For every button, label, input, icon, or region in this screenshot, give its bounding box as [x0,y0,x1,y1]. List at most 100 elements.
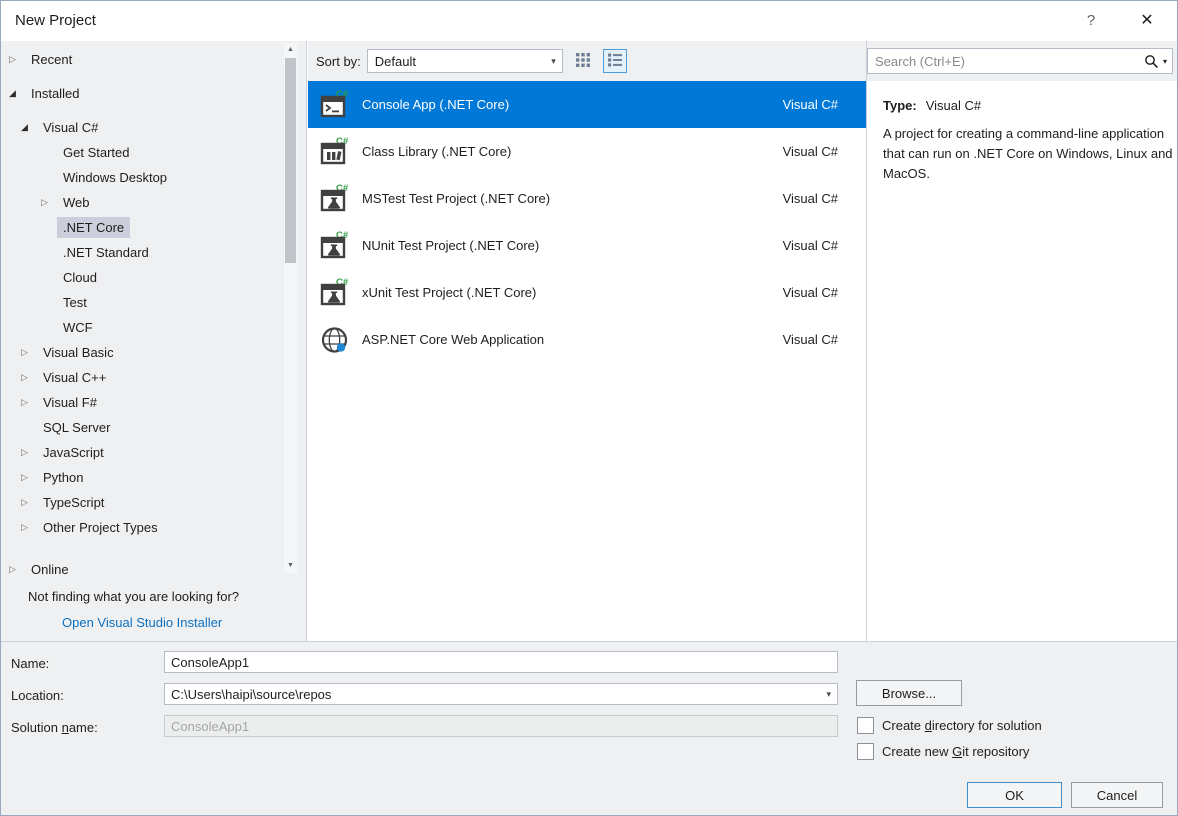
help-button[interactable]: ? [1077,1,1105,41]
tree-item-visual-cplusplus[interactable]: ▷Visual C++ [1,365,282,390]
tree-item-get-started[interactable]: Get Started [1,140,282,165]
tree-item-javascript[interactable]: ▷JavaScript [1,440,282,465]
search-area: ▾ [867,41,1178,81]
template-mstest-test-project-net-core[interactable]: C#MSTest Test Project (.NET Core)Visual … [308,175,866,222]
open-vs-installer-link[interactable]: Open Visual Studio Installer [62,613,222,633]
tree-item-visual-fsharp[interactable]: ▷Visual F# [1,390,282,415]
template-nunit-test-project-net-core[interactable]: C#NUnit Test Project (.NET Core)Visual C… [308,222,866,269]
tree-collapse-icon[interactable]: ◢ [9,88,25,99]
tree-item-label: TypeScript [37,492,110,513]
project-name-input[interactable] [164,651,838,673]
create-git-repo-checkbox-row[interactable]: Create new Git repository [857,743,1029,760]
template-xunit-test-project-net-core[interactable]: C#xUnit Test Project (.NET Core)Visual C… [308,269,866,316]
scroll-down-icon[interactable]: ▼ [284,559,297,573]
browse-button[interactable]: Browse... [856,680,962,706]
tree-expand-icon[interactable]: ▷ [21,472,37,483]
template-asp-net-core-web-application[interactable]: ASP.NET Core Web ApplicationVisual C# [308,316,866,363]
tree-item-sql-server[interactable]: SQL Server [1,415,282,440]
tree-item-label: Online [25,559,75,580]
sidebar-scrollbar[interactable]: ▲ ▼ [284,43,297,573]
search-input[interactable] [868,49,1142,73]
tree-expand-icon[interactable]: ▷ [21,522,37,533]
sort-by-value: Default [375,54,416,69]
location-chevron-icon[interactable]: ▾ [826,683,831,705]
tree-item-label: Get Started [57,142,135,163]
template-language: Visual C# [783,332,838,347]
label-text: ame: [69,720,98,735]
tree-item-wcf[interactable]: WCF [1,315,282,340]
template-name: xUnit Test Project (.NET Core) [362,285,783,300]
category-tree: ▷Recent◢Installed◢Visual C#Get StartedWi… [1,45,282,540]
tree-item-python[interactable]: ▷Python [1,465,282,490]
template-language: Visual C# [783,144,838,159]
tree-item-online[interactable]: ▷Online [1,555,282,583]
tree-expand-icon[interactable]: ▷ [21,397,37,408]
category-sidebar: ▷Recent◢Installed◢Visual C#Get StartedWi… [1,41,307,641]
label-text: Create [882,718,925,733]
close-button[interactable]: ✕ [1131,1,1163,41]
template-name: MSTest Test Project (.NET Core) [362,191,783,206]
create-directory-label: Create directory for solution [882,718,1042,733]
scrollbar-thumb[interactable] [285,58,296,263]
sidebar-hint-text: Not finding what you are looking for? [28,587,239,607]
tree-item-typescript[interactable]: ▷TypeScript [1,490,282,515]
tree-item-label: Web [57,192,96,213]
tree-item-test[interactable]: Test [1,290,282,315]
location-input[interactable] [164,683,838,705]
console-app-icon: C# [318,88,352,122]
location-combobox: ▾ [164,683,838,705]
template-language: Visual C# [783,191,838,206]
create-directory-checkbox[interactable] [857,717,874,734]
footer-panel: Name: Location: ▾ Browse... Solution nam… [1,641,1178,816]
window-title: New Project [15,1,96,41]
tree-item-label: Cloud [57,267,103,288]
tree-item-label: Visual Basic [37,342,120,363]
tree-expand-icon[interactable]: ▷ [9,564,25,575]
tree-item-visual-basic[interactable]: ▷Visual Basic [1,340,282,365]
tree-expand-icon[interactable]: ▷ [21,497,37,508]
small-icons-view-button[interactable] [571,49,595,73]
cancel-button[interactable]: Cancel [1071,782,1163,808]
tree-item-label: Visual F# [37,392,103,413]
create-directory-checkbox-row[interactable]: Create directory for solution [857,717,1042,734]
tree-expand-icon[interactable]: ▷ [21,447,37,458]
tree-expand-icon[interactable]: ▷ [41,197,57,208]
tree-item-web[interactable]: ▷Web [1,190,282,215]
search-icon[interactable] [1142,54,1161,69]
tree-item-windows-desktop[interactable]: Windows Desktop [1,165,282,190]
name-label: Name: [11,655,49,673]
template-console-app-net-core[interactable]: C#Console App (.NET Core)Visual C# [308,81,866,128]
ok-button[interactable]: OK [967,782,1062,808]
tree-item-label: Recent [25,49,78,70]
class-library-icon: C# [318,135,352,169]
type-row: Type:Visual C# [883,98,1163,113]
tree-collapse-icon[interactable]: ◢ [21,122,37,133]
template-class-library-net-core[interactable]: C#Class Library (.NET Core)Visual C# [308,128,866,175]
template-list: C#Console App (.NET Core)Visual C#C#Clas… [308,81,866,363]
tree-item-visual-csharp[interactable]: ◢Visual C# [1,115,282,140]
list-view-button[interactable] [603,49,627,73]
tree-item-net-core[interactable]: .NET Core [1,215,282,240]
location-label: Location: [11,687,64,705]
scroll-up-icon[interactable]: ▲ [284,43,297,57]
create-git-repo-checkbox[interactable] [857,743,874,760]
tree-item-cloud[interactable]: Cloud [1,265,282,290]
tree-expand-icon[interactable]: ▷ [9,54,25,65]
new-project-dialog: New Project ? ✕ ▷Recent◢Installed◢Visual… [0,0,1178,816]
tree-expand-icon[interactable]: ▷ [21,372,37,383]
tree-item-net-standard[interactable]: .NET Standard [1,240,282,265]
tree-item-recent[interactable]: ▷Recent [1,45,282,73]
search-options-chevron-icon[interactable]: ▾ [1161,57,1172,66]
online-section: ▷Online [1,555,282,583]
label-text: it repository [962,744,1029,759]
chevron-down-icon: ▾ [551,50,556,72]
details-panel: ▾ Type:Visual C# A project for creating … [866,41,1178,641]
tree-item-installed[interactable]: ◢Installed [1,79,282,107]
sort-by-dropdown[interactable]: Default ▾ [367,49,563,73]
tree-expand-icon[interactable]: ▷ [21,347,37,358]
test-project-icon: C# [318,276,352,310]
tree-item-label: Visual C++ [37,367,112,388]
solution-name-label: Solution name: [11,719,98,737]
solution-name-input [164,715,838,737]
tree-item-other-project-types[interactable]: ▷Other Project Types [1,515,282,540]
